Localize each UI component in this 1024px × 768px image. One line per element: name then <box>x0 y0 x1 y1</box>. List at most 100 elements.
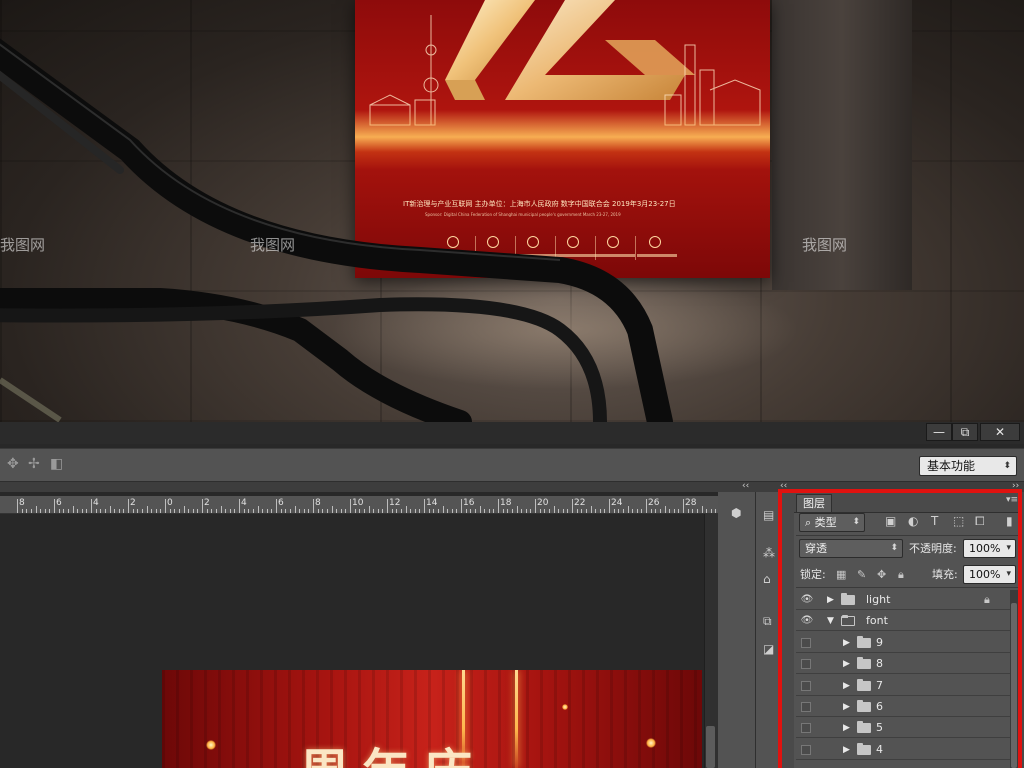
visibility-toggle[interactable] <box>801 638 811 648</box>
visibility-toggle[interactable] <box>801 681 811 691</box>
ruler-minor-tick <box>44 509 46 513</box>
ruler-minor-tick <box>655 509 657 513</box>
tab-layers[interactable]: 图层 <box>796 494 832 512</box>
adjust-icon[interactable]: ◪ <box>763 642 774 656</box>
ruler-minor-tick <box>363 509 365 513</box>
ruler-minor-tick <box>377 509 379 513</box>
award-icon <box>447 236 459 248</box>
smart-object-filter-icon[interactable]: ⧠ <box>975 514 985 529</box>
icon-caption <box>515 254 555 257</box>
chevron-right-icon[interactable]: ▶ <box>827 593 834 607</box>
lock-position-icon[interactable]: ✥ <box>877 568 886 581</box>
layer-row-9[interactable]: ▶ 9 <box>796 633 1010 653</box>
sparkle <box>562 704 568 710</box>
layer-row-6[interactable]: ▶ 6 <box>796 697 1010 717</box>
ruler-minor-tick <box>669 509 671 513</box>
ruler-label: 6 <box>278 498 284 508</box>
spinner-icon: ⬍ <box>1003 461 1011 471</box>
lock-transparent-icon[interactable]: ▦ <box>836 568 846 581</box>
workspace-switcher[interactable]: 基本功能 ⬍ <box>919 456 1017 476</box>
chevron-right-icon[interactable]: ▶ <box>843 636 850 650</box>
ruler-minor-tick <box>599 509 601 513</box>
folder-icon <box>857 679 871 691</box>
expand-arrows-icon[interactable]: ›› <box>1012 481 1019 491</box>
visibility-toggle[interactable] <box>801 745 811 755</box>
folder-icon <box>857 721 871 733</box>
ruler-major-tick <box>535 499 536 513</box>
ruler-minor-tick <box>474 509 476 513</box>
panel-menu-icon[interactable]: ▾≡ <box>1006 495 1018 505</box>
collapse-arrows-icon[interactable]: ‹‹ <box>742 481 749 491</box>
ruler-major-tick <box>239 499 240 513</box>
chevron-right-icon[interactable]: ▶ <box>843 657 850 671</box>
pixel-filter-icon[interactable]: ▣ <box>885 514 896 528</box>
ruler-minor-tick <box>595 509 597 513</box>
chevron-right-icon[interactable]: ▶ <box>843 700 850 714</box>
ruler-label: 2 <box>130 498 136 508</box>
chevron-down-icon[interactable]: ▼ <box>827 614 834 628</box>
chevron-right-icon[interactable]: ▶ <box>843 721 850 735</box>
visibility-toggle[interactable] <box>801 723 811 733</box>
layer-name: light <box>866 593 891 606</box>
chevron-down-icon: ▾ <box>1006 543 1011 553</box>
chart-icon <box>527 236 539 248</box>
layer-row-7[interactable]: ▶ 7 <box>796 676 1010 696</box>
layers-scrollbar-thumb[interactable] <box>1011 603 1017 768</box>
ruler-minor-tick <box>604 509 606 513</box>
restore-button[interactable]: ⧉ <box>952 423 978 441</box>
visibility-toggle[interactable] <box>801 702 811 712</box>
type-filter-icon[interactable]: T <box>931 514 938 528</box>
folder-icon <box>857 636 871 648</box>
brush-icon[interactable]: ⁂ <box>763 546 775 560</box>
fill-field[interactable]: 100% ▾ <box>963 565 1016 584</box>
ruler-minor-tick <box>104 509 106 513</box>
layer-filter-select[interactable]: ⌕ 类型 ⬍ <box>799 513 865 532</box>
lock-all-icon[interactable]: 🔒︎ <box>898 568 904 582</box>
ruler-label: 14 <box>426 498 438 508</box>
ruler-minor-tick <box>502 509 504 513</box>
ruler-major-tick <box>202 499 203 513</box>
link-icon[interactable]: ⧉ <box>763 614 772 629</box>
ruler-minor-tick <box>553 506 555 513</box>
adjustment-filter-icon[interactable]: ◐ <box>908 514 918 528</box>
ruler-label: 18 <box>500 498 512 508</box>
fill-label: 填充: <box>932 568 958 581</box>
ruler-minor-tick <box>465 509 467 513</box>
expand-arrows-icon[interactable]: ‹‹ <box>780 481 787 491</box>
chevron-right-icon[interactable]: ▶ <box>843 679 850 693</box>
layer-row-4[interactable]: ▶ 4 <box>796 740 1010 760</box>
scrollbar-thumb[interactable] <box>706 726 715 768</box>
layer-row-font[interactable]: 👁︎ ▼ font <box>796 611 1010 631</box>
filter-toggle-icon[interactable]: ▮ <box>1006 514 1013 528</box>
stamp-icon[interactable]: ⌂ <box>763 572 771 586</box>
ruler-label: 24 <box>611 498 623 508</box>
sparkle <box>646 738 656 748</box>
eye-icon[interactable]: 👁︎ <box>800 593 814 607</box>
layers-panel-icon[interactable]: ▤ <box>763 508 774 522</box>
lock-image-icon[interactable]: ✎ <box>857 568 866 581</box>
ruler-minor-tick <box>183 506 185 513</box>
layer-row-8[interactable]: ▶ 8 <box>796 654 1010 674</box>
billboard-subtitle: IT新治理与产业互联网 主办单位：上海市人民政府 数字中国联合会 2019年3月… <box>403 200 676 208</box>
3d-cube-icon[interactable]: ⬢ <box>731 506 741 520</box>
watermark-center: 我图网 <box>250 236 296 254</box>
folder-icon <box>841 593 855 605</box>
opacity-field[interactable]: 100% ▾ <box>963 539 1016 558</box>
ruler-minor-tick <box>141 509 143 513</box>
eye-icon[interactable]: 👁︎ <box>800 614 814 628</box>
close-button[interactable]: ✕ <box>980 423 1020 441</box>
ruler-minor-tick <box>58 509 60 513</box>
layer-row-light[interactable]: 👁︎ ▶ light 🔒︎ <box>796 590 1010 610</box>
pan-3d-icon[interactable]: ✢ <box>28 456 40 472</box>
icon-caption <box>475 254 515 257</box>
move-3d-icon[interactable]: ✥ <box>7 456 19 472</box>
spinner-icon: ⬍ <box>890 543 898 553</box>
visibility-toggle[interactable] <box>801 659 811 669</box>
chevron-right-icon[interactable]: ▶ <box>843 743 850 757</box>
shape-filter-icon[interactable]: ⬚ <box>953 514 964 528</box>
video-camera-icon[interactable]: ◧ <box>50 456 63 472</box>
layer-row-5[interactable]: ▶ 5 <box>796 718 1010 738</box>
blend-mode-select[interactable]: 穿透 ⬍ <box>799 539 903 558</box>
ruler-minor-tick <box>701 506 703 513</box>
minimize-button[interactable]: — <box>926 423 952 441</box>
